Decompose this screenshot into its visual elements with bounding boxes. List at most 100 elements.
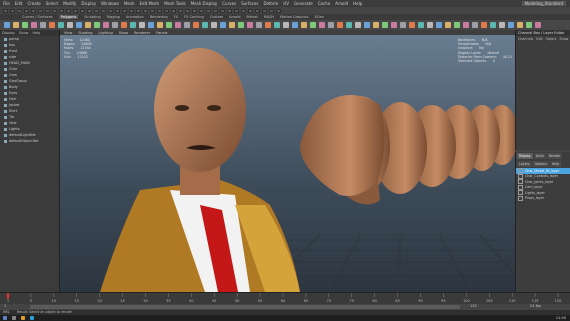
shelf-tool-icon[interactable]	[31, 22, 37, 28]
shelf-tool-icon[interactable]	[238, 22, 244, 28]
shelf-tool-icon[interactable]	[436, 22, 442, 28]
shelf-tool-icon[interactable]	[22, 22, 28, 28]
outliner-menu-item[interactable]: Show	[19, 31, 28, 35]
layer-tab[interactable]: Display	[517, 153, 533, 159]
shelf-tab[interactable]: FX Caching	[184, 15, 204, 19]
shelf-tool-icon[interactable]	[85, 22, 91, 28]
outliner-menu-item[interactable]: Help	[32, 31, 40, 35]
shelf-tool-icon[interactable]	[40, 22, 46, 28]
status-tool-button[interactable]	[115, 8, 120, 13]
shelf-tool-icon[interactable]	[121, 22, 127, 28]
shelf-tool-icon[interactable]	[481, 22, 487, 28]
shelf-tool-icon[interactable]	[76, 22, 82, 28]
status-tool-button[interactable]	[73, 8, 78, 13]
layer-menu-item[interactable]: Options	[532, 161, 549, 167]
shelf-tool-icon[interactable]	[292, 22, 298, 28]
shelf-tool-icon[interactable]	[211, 22, 217, 28]
shelf-tool-icon[interactable]	[49, 22, 55, 28]
workspace-selector[interactable]: Modeling_Standard	[521, 1, 566, 6]
shelf-tool-icon[interactable]	[463, 22, 469, 28]
shelf-tab[interactable]: Arnold	[229, 15, 240, 19]
menu-display[interactable]: Display	[81, 1, 96, 6]
layer-visibility-toggle[interactable]	[518, 190, 523, 196]
maya-app-icon[interactable]	[30, 316, 34, 320]
layer-visibility-toggle[interactable]	[518, 184, 523, 190]
range-bar[interactable]	[30, 305, 460, 309]
channel-box-menu-item[interactable]: Show	[559, 37, 568, 41]
shelf-tool-icon[interactable]	[283, 22, 289, 28]
shelf-tool-icon[interactable]	[265, 22, 271, 28]
shelf-tool-icon[interactable]	[301, 22, 307, 28]
shelf-tool-icon[interactable]	[184, 22, 190, 28]
layer-visibility-toggle[interactable]	[518, 179, 523, 185]
shelf-tool-icon[interactable]	[58, 22, 64, 28]
range-start[interactable]: 1	[4, 304, 6, 308]
status-tool-button[interactable]	[157, 8, 162, 13]
shelf-tool-icon[interactable]	[94, 22, 100, 28]
start-icon[interactable]	[3, 316, 7, 320]
layer-visibility-toggle[interactable]	[518, 168, 523, 174]
menu-mesh[interactable]: Mesh	[124, 1, 135, 6]
status-tool-button[interactable]	[38, 8, 43, 13]
viewport-3d[interactable]: View Shading Lighting Show Renderer Panels Ve…	[60, 30, 515, 292]
current-time-marker[interactable]	[7, 293, 9, 299]
menu-help[interactable]: Help	[353, 1, 362, 6]
shelf-tab[interactable]: Custom	[210, 15, 223, 19]
status-tool-button[interactable]	[248, 8, 253, 13]
shelf-tool-icon[interactable]	[247, 22, 253, 28]
status-tool-button[interactable]	[24, 8, 29, 13]
shelf-tab[interactable]: FX	[174, 15, 178, 19]
layer-menu-item[interactable]: Help	[549, 161, 562, 167]
shelf-tool-icon[interactable]	[517, 22, 523, 28]
status-tool-button[interactable]	[143, 8, 148, 13]
shelf-tool-icon[interactable]	[193, 22, 199, 28]
shelf-tool-icon[interactable]	[229, 22, 235, 28]
shelf-tool-icon[interactable]	[499, 22, 505, 28]
shelf-tool-icon[interactable]	[391, 22, 397, 28]
menu-uv[interactable]: UV	[283, 1, 289, 6]
layer-tab[interactable]: Render	[546, 153, 563, 159]
menu-surfaces[interactable]: Surfaces	[241, 1, 258, 6]
status-tool-button[interactable]	[178, 8, 183, 13]
shelf-tool-icon[interactable]	[490, 22, 496, 28]
menu-edit[interactable]: Edit	[15, 1, 23, 6]
shelf-tool-icon[interactable]	[400, 22, 406, 28]
menu-arnold[interactable]: Arnold	[335, 1, 348, 6]
shelf-tool-icon[interactable]	[274, 22, 280, 28]
status-tool-button[interactable]	[10, 8, 15, 13]
shelf-tool-icon[interactable]	[310, 22, 316, 28]
shelf-tab[interactable]: Polygons	[58, 15, 79, 19]
shelf-tool-icon[interactable]	[418, 22, 424, 28]
shelf-tab[interactable]: XGen	[315, 15, 324, 19]
shelf-tool-icon[interactable]	[220, 22, 226, 28]
shelf-tool-icon[interactable]	[4, 22, 10, 28]
menu-cache[interactable]: Cache	[318, 1, 330, 6]
shelf-tool-icon[interactable]	[337, 22, 343, 28]
status-tool-button[interactable]	[234, 8, 239, 13]
shelf-tool-icon[interactable]	[526, 22, 532, 28]
shelf-tool-icon[interactable]	[256, 22, 262, 28]
status-tool-button[interactable]	[59, 8, 64, 13]
menu-mesh-tools[interactable]: Mesh Tools	[164, 1, 186, 6]
shelf-tool-icon[interactable]	[166, 22, 172, 28]
status-tool-button[interactable]	[94, 8, 99, 13]
fps-display[interactable]: 24 fps	[530, 304, 541, 308]
layer-menu-item[interactable]: Layers	[517, 161, 532, 167]
status-tool-button[interactable]	[164, 8, 169, 13]
shelf-tool-icon[interactable]	[445, 22, 451, 28]
shelf-tool-icon[interactable]	[382, 22, 388, 28]
shelf-tool-icon[interactable]	[175, 22, 181, 28]
status-tool-button[interactable]	[269, 8, 274, 13]
status-tool-button[interactable]	[80, 8, 85, 13]
menu-deform[interactable]: Deform	[263, 1, 278, 6]
status-tool-button[interactable]	[108, 8, 113, 13]
shelf-tool-icon[interactable]	[103, 22, 109, 28]
shelf-tool-icon[interactable]	[139, 22, 145, 28]
menu-curves[interactable]: Curves	[222, 1, 236, 6]
shelf-tool-icon[interactable]	[355, 22, 361, 28]
layer-visibility-toggle[interactable]	[518, 173, 523, 179]
status-tool-button[interactable]	[227, 8, 232, 13]
shelf-tool-icon[interactable]	[427, 22, 433, 28]
shelf-tool-icon[interactable]	[535, 22, 541, 28]
status-tool-button[interactable]	[213, 8, 218, 13]
